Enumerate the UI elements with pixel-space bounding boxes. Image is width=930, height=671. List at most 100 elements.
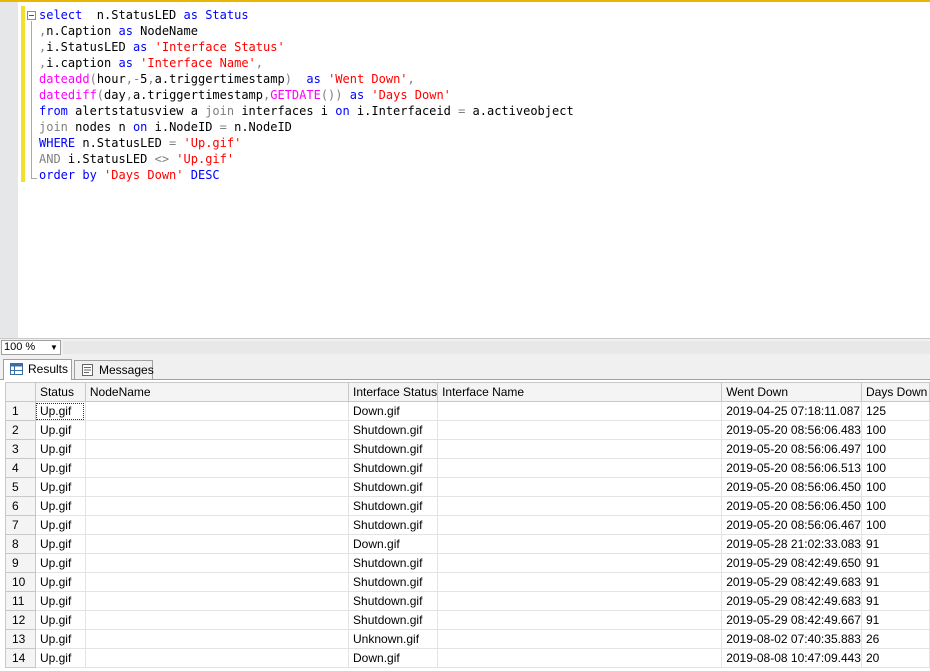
cell-interface-name[interactable] [437,591,723,611]
code-line[interactable]: from alertstatusview a join interfaces i… [39,103,574,119]
table-row[interactable]: 12 Up.gif Shutdown.gif 2019-05-29 08:42:49.… [5,610,930,630]
cell-interface-name[interactable] [437,515,723,535]
cell-node-name[interactable] [84,401,350,421]
cell-interface-name[interactable] [437,534,723,554]
cell-status[interactable]: Up.gif [34,591,86,611]
cell-status[interactable]: Up.gif [34,553,86,573]
row-number-cell[interactable]: 2 [5,420,36,440]
table-row[interactable]: 10 Up.gif Shutdown.gif 2019-05-29 08:42:49.… [5,572,930,592]
table-row[interactable]: 14 Up.gif Down.gif 2019-08-08 10:47:09.443 2… [5,648,930,668]
row-number-cell[interactable]: 10 [5,572,36,592]
code-line[interactable]: dateadd(hour,-5,a.triggertimestamp) as '… [39,71,574,87]
cell-interface-status[interactable]: Shutdown.gif [348,420,439,440]
cell-status[interactable]: Up.gif [34,534,86,554]
cell-status[interactable]: Up.gif [34,477,86,497]
cell-days-down[interactable]: 26 [860,629,930,649]
cell-days-down[interactable]: 100 [860,458,930,478]
cell-went-down[interactable]: 2019-05-20 08:56:06.467 [721,515,862,535]
cell-interface-status[interactable]: Shutdown.gif [348,439,439,459]
cell-interface-name[interactable] [437,477,723,497]
cell-interface-status[interactable]: Shutdown.gif [348,515,439,535]
table-row[interactable]: 4 Up.gif Shutdown.gif 2019-05-20 08:56:06.5… [5,458,930,478]
row-number-cell[interactable]: 5 [5,477,36,497]
table-row[interactable]: 13 Up.gif Unknown.gif 2019-08-02 07:40:35.8… [5,629,930,649]
table-row[interactable]: 5 Up.gif Shutdown.gif 2019-05-20 08:56:06.4… [5,477,930,497]
cell-status[interactable]: Up.gif [34,458,86,478]
chevron-down-icon[interactable]: ▼ [48,341,60,354]
cell-went-down[interactable]: 2019-08-02 07:40:35.883 [721,629,862,649]
cell-status[interactable]: Up.gif [34,420,86,440]
code-line[interactable]: datediff(day,a.triggertimestamp,GETDATE(… [39,87,574,103]
row-number-cell[interactable]: 13 [5,629,36,649]
cell-days-down[interactable]: 91 [860,572,930,592]
cell-went-down[interactable]: 2019-05-29 08:42:49.650 [721,553,862,573]
cell-interface-name[interactable] [437,553,723,573]
tab-results[interactable]: Results [3,359,72,380]
code-line[interactable]: select n.StatusLED as Status [39,7,574,23]
code-line[interactable]: ,n.Caption as NodeName [39,23,574,39]
horizontal-scrollbar[interactable] [63,341,930,354]
collapse-icon[interactable] [27,11,36,20]
table-row[interactable]: 3 Up.gif Shutdown.gif 2019-05-20 08:56:06.4… [5,439,930,459]
cell-interface-name[interactable] [437,458,723,478]
column-header-row-number[interactable] [5,382,36,402]
cell-interface-status[interactable]: Shutdown.gif [348,477,439,497]
cell-days-down[interactable]: 20 [860,648,930,668]
column-header-interface-status[interactable]: Interface Status [348,382,439,402]
cell-went-down[interactable]: 2019-08-08 10:47:09.443 [721,648,862,668]
cell-node-name[interactable] [84,610,350,630]
zoom-dropdown[interactable]: 100 % ▼ [1,340,61,355]
cell-days-down[interactable]: 125 [860,401,930,421]
cell-status[interactable]: Up.gif [34,515,86,535]
cell-node-name[interactable] [84,420,350,440]
cell-interface-name[interactable] [437,420,723,440]
cell-interface-name[interactable] [437,629,723,649]
cell-node-name[interactable] [84,477,350,497]
cell-interface-status[interactable]: Shutdown.gif [348,496,439,516]
cell-interface-name[interactable] [437,610,723,630]
column-header-went-down[interactable]: Went Down [721,382,862,402]
cell-node-name[interactable] [84,572,350,592]
code-line[interactable]: ,i.StatusLED as 'Interface Status' [39,39,574,55]
results-grid[interactable]: Status NodeName Interface Status Interface … [5,382,930,668]
row-number-cell[interactable]: 6 [5,496,36,516]
cell-interface-name[interactable] [437,401,723,421]
cell-status[interactable]: Up.gif [34,439,86,459]
code-line[interactable]: WHERE n.StatusLED = 'Up.gif' [39,135,574,151]
row-number-cell[interactable]: 14 [5,648,36,668]
cell-node-name[interactable] [84,591,350,611]
cell-interface-status[interactable]: Shutdown.gif [348,458,439,478]
cell-node-name[interactable] [84,648,350,668]
cell-interface-status[interactable]: Down.gif [348,534,439,554]
table-row[interactable]: 9 Up.gif Shutdown.gif 2019-05-29 08:42:49.6… [5,553,930,573]
code-line[interactable]: ,i.caption as 'Interface Name', [39,55,574,71]
cell-status[interactable]: Up.gif [34,648,86,668]
query-editor[interactable]: select n.StatusLED as Status ,n.Caption a… [0,0,930,338]
cell-node-name[interactable] [84,534,350,554]
cell-days-down[interactable]: 91 [860,591,930,611]
cell-went-down[interactable]: 2019-05-20 08:56:06.497 [721,439,862,459]
table-row[interactable]: 2 Up.gif Shutdown.gif 2019-05-20 08:56:06.4… [5,420,930,440]
row-number-cell[interactable]: 9 [5,553,36,573]
row-number-cell[interactable]: 11 [5,591,36,611]
cell-interface-name[interactable] [437,572,723,592]
cell-interface-status[interactable]: Down.gif [348,401,439,421]
cell-days-down[interactable]: 91 [860,610,930,630]
sql-code[interactable]: select n.StatusLED as Status ,n.Caption a… [39,7,574,183]
cell-went-down[interactable]: 2019-05-29 08:42:49.667 [721,610,862,630]
cell-node-name[interactable] [84,439,350,459]
cell-node-name[interactable] [84,496,350,516]
code-line[interactable]: join nodes n on i.NodeID = n.NodeID [39,119,574,135]
cell-status[interactable]: Up.gif [34,496,86,516]
cell-status[interactable]: Up.gif [34,401,86,421]
cell-went-down[interactable]: 2019-05-20 08:56:06.450 [721,477,862,497]
table-row[interactable]: 7 Up.gif Shutdown.gif 2019-05-20 08:56:06.4… [5,515,930,535]
table-row[interactable]: 6 Up.gif Shutdown.gif 2019-05-20 08:56:06.4… [5,496,930,516]
cell-days-down[interactable]: 91 [860,553,930,573]
cell-went-down[interactable]: 2019-04-25 07:18:11.087 [721,401,862,421]
cell-went-down[interactable]: 2019-05-20 08:56:06.513 [721,458,862,478]
row-number-cell[interactable]: 1 [5,401,36,421]
cell-status[interactable]: Up.gif [34,610,86,630]
cell-interface-status[interactable]: Shutdown.gif [348,610,439,630]
cell-days-down[interactable]: 91 [860,534,930,554]
